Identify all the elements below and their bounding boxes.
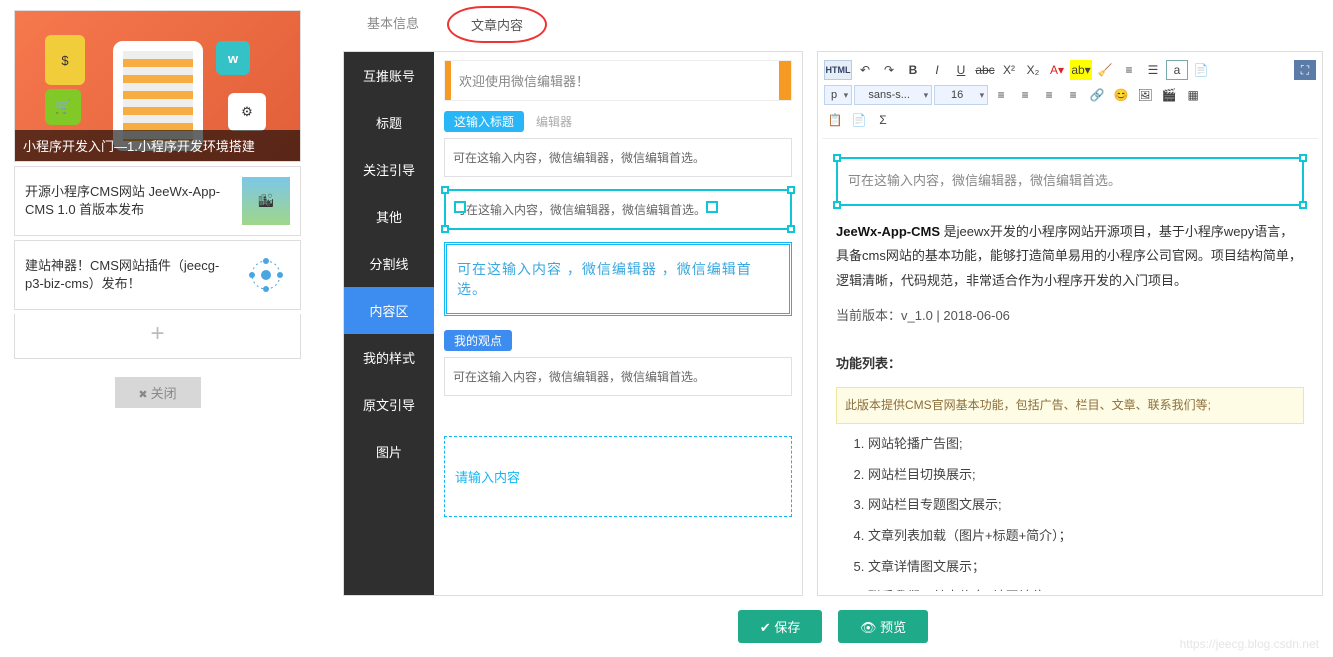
- menu-item[interactable]: 图片: [344, 428, 434, 475]
- menu-item[interactable]: 关注引导: [344, 146, 434, 193]
- align-center-icon[interactable]: ≡: [1014, 85, 1036, 105]
- list-item: 文章详情图文展示；: [868, 555, 1304, 580]
- thumbnail-icon: [242, 251, 290, 299]
- list-item[interactable]: 建站神器！CMS网站插件（jeecg-p3-biz-cms）发布！: [14, 240, 301, 310]
- welcome-bar[interactable]: 欢迎使用微信编辑器！: [444, 60, 792, 101]
- save-button[interactable]: ✔ 保存: [738, 610, 823, 643]
- char-icon[interactable]: a: [1166, 60, 1188, 80]
- decor-badge: w: [216, 41, 250, 75]
- list-item: 网站栏目切换展示;: [868, 463, 1304, 488]
- list-item: 联系我们，基本信息+地图地位；: [868, 585, 1304, 591]
- opinion-tag[interactable]: 我的观点: [444, 330, 512, 351]
- menu-item[interactable]: 原文引导: [344, 381, 434, 428]
- hero-caption: 小程序开发入门—1.小程序开发环境搭建: [15, 130, 300, 161]
- editor-content[interactable]: 可在这输入内容，微信编辑器，微信编辑首选。 JeeWx-App-CMS 是jee…: [822, 139, 1318, 591]
- feature-list: 网站轮播广告图; 网站栏目切换展示; 网站栏目专题图文展示; 文章列表加载（图片…: [868, 432, 1304, 591]
- font-color-icon[interactable]: A▾: [1046, 60, 1068, 80]
- input-placeholder-box[interactable]: 请输入内容: [444, 436, 792, 517]
- menu-item[interactable]: 我的样式: [344, 334, 434, 381]
- highlight-icon[interactable]: ab▾: [1070, 60, 1092, 80]
- align-right-icon[interactable]: ≡: [1038, 85, 1060, 105]
- underline-icon[interactable]: U: [950, 60, 972, 80]
- html-button[interactable]: HTML: [824, 60, 852, 80]
- template-box-selected[interactable]: 可在这输入内容，微信编辑器，微信编辑首选。: [444, 189, 792, 230]
- thumbnail-icon: 🏙: [242, 177, 290, 225]
- page-icon[interactable]: 📄: [1190, 60, 1212, 80]
- bold-icon[interactable]: B: [902, 60, 924, 80]
- redo-icon[interactable]: ↷: [878, 60, 900, 80]
- tab-bar: 基本信息 文章内容: [343, 6, 1323, 43]
- tab-basic-info[interactable]: 基本信息: [345, 6, 441, 43]
- sigma-icon[interactable]: Σ: [872, 110, 894, 130]
- editor-panel: HTML ↶ ↷ B I U abc X² X₂ A▾ ab▾ 🧹 ≡ ☰ a …: [817, 51, 1323, 596]
- list-item: 文章列表加载（图片+标题+简介）；: [868, 524, 1304, 549]
- menu-item-active[interactable]: 内容区: [344, 287, 434, 334]
- menu-item[interactable]: 分割线: [344, 240, 434, 287]
- tab-article-content[interactable]: 文章内容: [447, 6, 547, 43]
- image-icon[interactable]: 🖼: [1134, 85, 1156, 105]
- subscript-icon[interactable]: X₂: [1022, 60, 1044, 80]
- strike-icon[interactable]: abc: [974, 60, 996, 80]
- menu-item[interactable]: 互推账号: [344, 52, 434, 99]
- fullscreen-icon[interactable]: ⛶: [1294, 60, 1316, 80]
- editor-tag: 编辑器: [530, 111, 578, 132]
- undo-icon[interactable]: ↶: [854, 60, 876, 80]
- template-box[interactable]: 可在这输入内容，微信编辑器，微信编辑首选。: [444, 357, 792, 396]
- highlighted-block[interactable]: 可在这输入内容，微信编辑器，微信编辑首选。: [836, 157, 1304, 206]
- template-box[interactable]: 可在这输入内容，微信编辑器，微信编辑首选。: [444, 138, 792, 177]
- superscript-icon[interactable]: X²: [998, 60, 1020, 80]
- title-tag[interactable]: 这输入标题: [444, 111, 524, 132]
- decor-badge: $: [45, 35, 85, 85]
- align-left-icon[interactable]: ≡: [990, 85, 1012, 105]
- decor-badge: 🛒: [45, 89, 81, 125]
- paragraph: JeeWx-App-CMS 是jeewx开发的小程序网站开源项目，基于小程序we…: [836, 220, 1304, 294]
- size-select[interactable]: 16: [934, 85, 988, 105]
- list-item: 网站栏目专题图文展示;: [868, 493, 1304, 518]
- hero-image: $ w 🛒 ⚙ 小程序开发入门—1.小程序开发环境搭建: [15, 11, 300, 161]
- component-panel: 互推账号 标题 关注引导 其他 分割线 内容区 我的样式 原文引导 图片 欢迎使…: [343, 51, 803, 596]
- editor-toolbar: HTML ↶ ↷ B I U abc X² X₂ A▾ ab▾ 🧹 ≡ ☰ a …: [822, 56, 1318, 139]
- video-icon[interactable]: 🎬: [1158, 85, 1180, 105]
- list-item: 网站轮播广告图;: [868, 432, 1304, 457]
- link-icon[interactable]: 🔗: [1086, 85, 1108, 105]
- list-item-text: 建站神器！CMS网站插件（jeecg-p3-biz-cms）发布！: [25, 257, 234, 293]
- template-box[interactable]: 可在这输入内容 ，微信编辑器 ，微信编辑首选。: [444, 242, 792, 316]
- emoji-icon[interactable]: 😊: [1110, 85, 1132, 105]
- paste-icon[interactable]: 📄: [848, 110, 870, 130]
- font-select[interactable]: sans-s...: [854, 85, 932, 105]
- left-sidebar: $ w 🛒 ⚙ 小程序开发入门—1.小程序开发环境搭建 开源小程序CMS网站 J…: [0, 0, 315, 657]
- clear-format-icon[interactable]: 🧹: [1094, 60, 1116, 80]
- format-select[interactable]: p: [824, 85, 852, 105]
- list-item-text: 开源小程序CMS网站 JeeWx-App-CMS 1.0 首版本发布: [25, 183, 234, 219]
- decor-badge: ⚙: [228, 93, 266, 131]
- notice-bar: 此版本提供CMS官网基本功能，包括广告、栏目、文章、联系我们等;: [836, 387, 1304, 424]
- ul-icon[interactable]: ☰: [1142, 60, 1164, 80]
- article-card[interactable]: $ w 🛒 ⚙ 小程序开发入门—1.小程序开发环境搭建: [14, 10, 301, 162]
- close-button[interactable]: 关闭: [115, 377, 201, 408]
- footer-actions: ✔ 保存 👁 预览: [343, 596, 1323, 647]
- italic-icon[interactable]: I: [926, 60, 948, 80]
- copy-icon[interactable]: 📋: [824, 110, 846, 130]
- ol-icon[interactable]: ≡: [1118, 60, 1140, 80]
- align-justify-icon[interactable]: ≡: [1062, 85, 1084, 105]
- component-preview: 欢迎使用微信编辑器！ 这输入标题 编辑器 可在这输入内容，微信编辑器，微信编辑首…: [434, 52, 802, 595]
- menu-item[interactable]: 其他: [344, 193, 434, 240]
- feature-title: 功能列表：: [836, 352, 1304, 377]
- table-icon[interactable]: ▦: [1182, 85, 1204, 105]
- menu-item[interactable]: 标题: [344, 99, 434, 146]
- list-item[interactable]: 开源小程序CMS网站 JeeWx-App-CMS 1.0 首版本发布 🏙: [14, 166, 301, 236]
- preview-button[interactable]: 👁 预览: [838, 610, 928, 643]
- version-line: 当前版本：v_1.0 | 2018-06-06: [836, 304, 1304, 329]
- add-button[interactable]: +: [14, 314, 301, 359]
- component-menu: 互推账号 标题 关注引导 其他 分割线 内容区 我的样式 原文引导 图片: [344, 52, 434, 595]
